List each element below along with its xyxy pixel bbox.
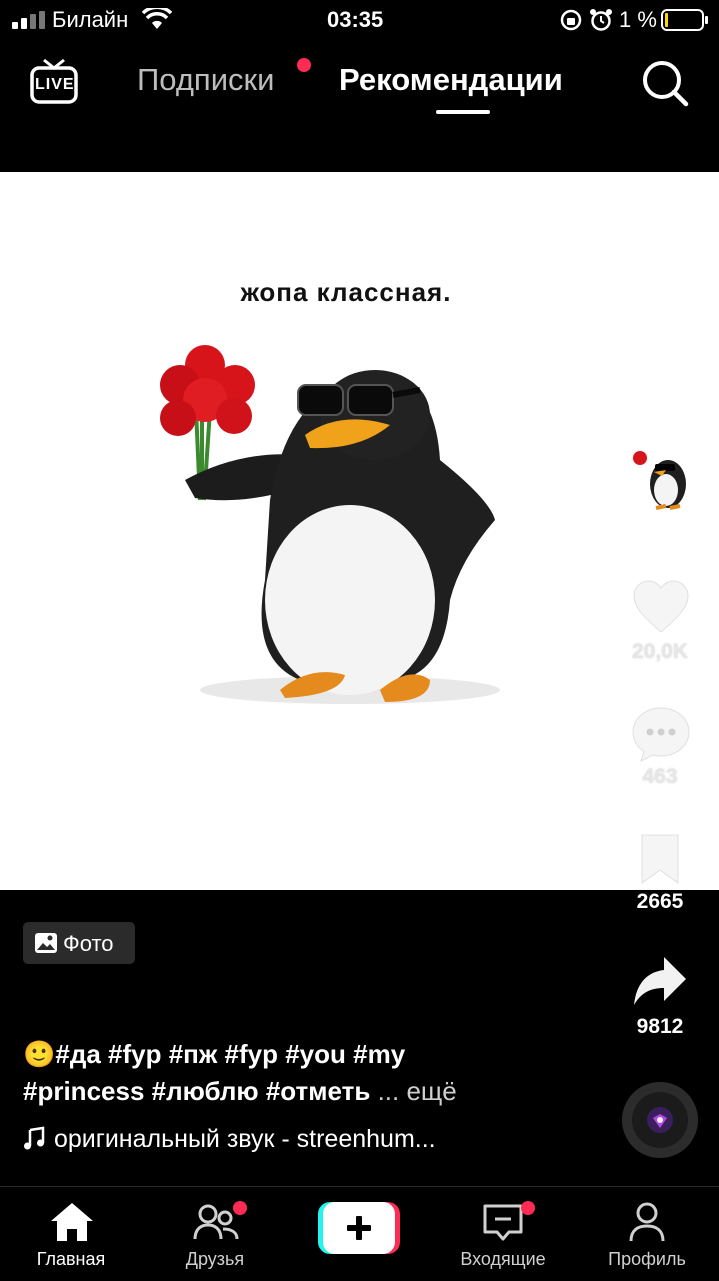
nav-friends[interactable]: Друзья	[150, 1197, 280, 1277]
comment-bubble-icon[interactable]	[631, 705, 691, 763]
post-description-line-2[interactable]: #princess #люблю #отметь ... ещё	[23, 1073, 583, 1109]
nav-profile[interactable]: Профиль	[582, 1197, 712, 1277]
share-count: 9812	[636, 1015, 684, 1038]
penguin-avatar-image	[633, 451, 686, 510]
plus-icon	[347, 1216, 371, 1240]
nav-profile-label: Профиль	[608, 1249, 686, 1269]
like-heart-icon[interactable]	[632, 580, 690, 634]
orientation-lock-icon	[560, 9, 582, 31]
sound-name: оригинальный звук - streenhum...	[53, 1125, 436, 1153]
image-icon	[35, 933, 57, 953]
nav-inbox[interactable]: Входящие	[438, 1197, 568, 1277]
signal-icon	[12, 11, 45, 29]
nav-home-label: Главная	[36, 1249, 106, 1269]
live-label: LIVE	[35, 76, 75, 93]
share-arrow-icon[interactable]	[632, 955, 688, 1007]
nav-home[interactable]: Главная	[6, 1197, 136, 1277]
inbox-notification-dot	[521, 1201, 535, 1215]
inbox-icon	[483, 1204, 523, 1241]
tab-following[interactable]: Подписки	[137, 62, 274, 98]
like-count: 20,0K	[631, 640, 689, 663]
photo-type-badge: Фото	[23, 922, 135, 964]
nav-inbox-label: Входящие	[460, 1249, 546, 1269]
home-icon	[51, 1203, 93, 1241]
creator-avatar[interactable]	[630, 446, 690, 512]
carrier-name: Билайн	[52, 7, 129, 32]
search-icon[interactable]	[640, 58, 690, 108]
penguin-with-flowers-illustration	[160, 345, 500, 704]
friends-notification-dot	[233, 1201, 247, 1215]
sound-disc[interactable]	[622, 1082, 698, 1158]
more-button[interactable]: ... ещё	[378, 1076, 457, 1106]
battery-icon	[661, 9, 708, 31]
battery-percent: 1 %	[619, 7, 657, 32]
sound-cover-icon	[647, 1107, 673, 1133]
live-button[interactable]: LIVE	[30, 58, 78, 104]
post-description-line-1[interactable]: 🙂#да #fyp #пж #fyp #you #my	[23, 1036, 583, 1072]
music-note-icon	[24, 1126, 45, 1150]
clock: 03:35	[327, 7, 384, 32]
status-bar: Билайн 03:35 1 %	[0, 0, 719, 40]
nav-friends-label: Друзья	[185, 1249, 245, 1269]
sound-link[interactable]: оригинальный звук - streenhum...	[23, 1125, 436, 1154]
profile-icon	[629, 1202, 665, 1242]
active-tab-indicator	[436, 110, 490, 114]
bookmark-count: 2665	[636, 890, 684, 913]
alarm-icon	[590, 9, 612, 31]
post-description-text: #princess #люблю #отметь	[23, 1076, 371, 1106]
bookmark-icon[interactable]	[638, 832, 682, 886]
photo-badge-label: Фото	[63, 931, 114, 956]
tab-for-you[interactable]: Рекомендации	[339, 62, 563, 98]
notification-dot	[297, 58, 311, 72]
comment-count: 463	[642, 765, 678, 788]
bottom-nav: Главная Друзья Входящие Профиль	[0, 1186, 719, 1281]
image-caption: жопа классная.	[240, 277, 452, 307]
create-post-button[interactable]	[318, 1202, 400, 1258]
wifi-icon	[142, 8, 172, 29]
